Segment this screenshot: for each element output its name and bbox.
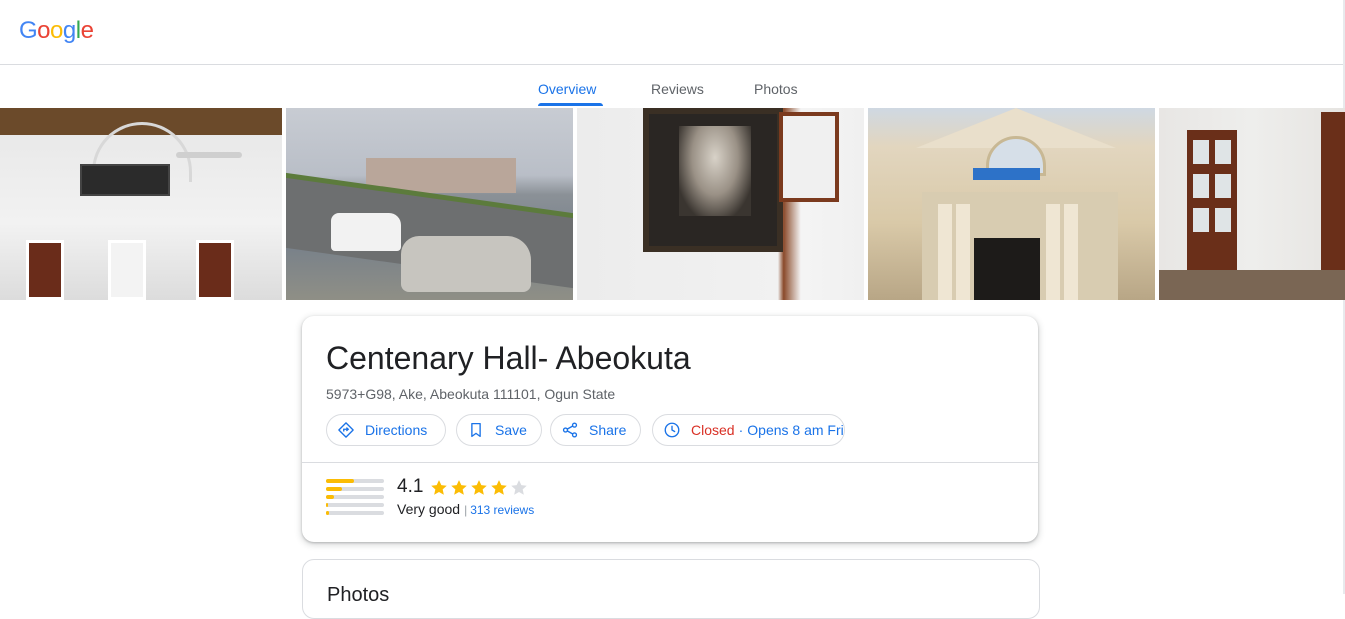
- tab-reviews[interactable]: Reviews: [651, 81, 704, 97]
- top-header: Google: [0, 0, 1345, 65]
- hours-separator: ·: [738, 422, 744, 438]
- place-info-card: Centenary Hall- Abeokuta 5973+G98, Ake, …: [302, 316, 1038, 542]
- rating-bar: [326, 495, 384, 499]
- photo-detail: [679, 126, 751, 216]
- star-rating: [429, 478, 529, 498]
- photo-detail: [331, 213, 401, 251]
- hours-button[interactable]: Closed · Opens 8 am Fri: [652, 414, 845, 446]
- clock-icon: [664, 422, 680, 438]
- star-filled-icon: [451, 480, 467, 495]
- photos-heading: Photos: [327, 584, 390, 606]
- photo-detail: [80, 164, 170, 196]
- photo-thumbnail[interactable]: [1159, 108, 1345, 300]
- photo-detail: [1193, 174, 1209, 198]
- photo-detail: [1193, 208, 1209, 232]
- photo-detail: [176, 152, 242, 158]
- photos-section-card: Photos: [302, 559, 1040, 619]
- photo-thumbnail[interactable]: [286, 108, 573, 300]
- photo-strip: [0, 108, 1345, 300]
- tab-bar: Overview Reviews Photos: [0, 65, 1345, 108]
- share-label: Share: [589, 422, 627, 438]
- rating-bar: [326, 479, 384, 483]
- photo-detail: [1193, 140, 1209, 164]
- star-filled-icon: [491, 480, 507, 495]
- reviews-link[interactable]: 313 reviews: [470, 503, 534, 517]
- place-address: 5973+G98, Ake, Abeokuta 111101, Ogun Sta…: [326, 386, 616, 402]
- rating-bar-fill: [326, 487, 343, 491]
- share-icon: [562, 422, 578, 438]
- photo-detail: [1046, 204, 1060, 300]
- star-filled-icon: [431, 480, 447, 495]
- rating-bar: [326, 503, 384, 507]
- rating-bar-fill: [326, 479, 354, 483]
- star-filled-icon: [471, 480, 487, 495]
- photo-thumbnail[interactable]: [868, 108, 1155, 300]
- hours-status: Closed: [691, 422, 735, 438]
- photo-detail: [1321, 112, 1345, 282]
- tab-overview[interactable]: Overview: [538, 81, 596, 97]
- logo-letter: o: [37, 17, 51, 44]
- photo-detail: [973, 168, 1040, 180]
- logo-letter: o: [50, 17, 63, 44]
- google-logo[interactable]: Google: [19, 17, 94, 45]
- logo-letter: e: [80, 17, 94, 44]
- logo-letter: g: [62, 17, 76, 44]
- photo-detail: [938, 204, 952, 300]
- bookmark-icon: [471, 422, 481, 438]
- rating-summary: Very good | 313 reviews: [397, 501, 534, 517]
- photo-thumbnail[interactable]: [0, 108, 282, 300]
- photo-detail: [1215, 140, 1231, 164]
- photo-detail: [26, 240, 64, 300]
- hours-next-open: Opens 8 am Fri: [747, 422, 844, 438]
- directions-icon: [338, 422, 354, 438]
- rating-bar-fill: [326, 495, 335, 499]
- rating-bar-fill: [326, 503, 329, 507]
- photo-detail: [1215, 174, 1231, 198]
- rating-bar: [326, 511, 384, 515]
- star-empty-icon: [511, 480, 527, 495]
- card-divider: [302, 462, 1038, 463]
- rating-value: 4.1: [397, 476, 424, 497]
- photo-detail: [1064, 204, 1078, 300]
- rating-distribution[interactable]: [326, 479, 384, 517]
- save-button[interactable]: Save: [456, 414, 542, 446]
- photo-detail: [196, 240, 234, 300]
- directions-label: Directions: [365, 422, 428, 438]
- logo-letter: G: [19, 17, 38, 44]
- rating-separator: |: [464, 503, 468, 517]
- active-tab-indicator: [538, 103, 603, 106]
- photo-detail: [108, 240, 146, 300]
- photo-detail: [1159, 270, 1345, 300]
- photo-detail: [956, 204, 970, 300]
- photo-detail: [779, 112, 839, 202]
- photo-detail: [643, 108, 783, 252]
- tab-photos[interactable]: Photos: [754, 81, 798, 97]
- rating-bar-fill: [326, 511, 330, 515]
- photo-thumbnail[interactable]: [577, 108, 864, 300]
- photo-detail: [1215, 208, 1231, 232]
- save-label: Save: [495, 422, 527, 438]
- photo-detail: [974, 238, 1040, 300]
- rating-label: Very good: [397, 501, 461, 517]
- directions-button[interactable]: Directions: [326, 414, 446, 446]
- photo-detail: [401, 236, 531, 292]
- rating-bar: [326, 487, 384, 491]
- place-title: Centenary Hall- Abeokuta: [326, 340, 691, 376]
- share-button[interactable]: Share: [550, 414, 641, 446]
